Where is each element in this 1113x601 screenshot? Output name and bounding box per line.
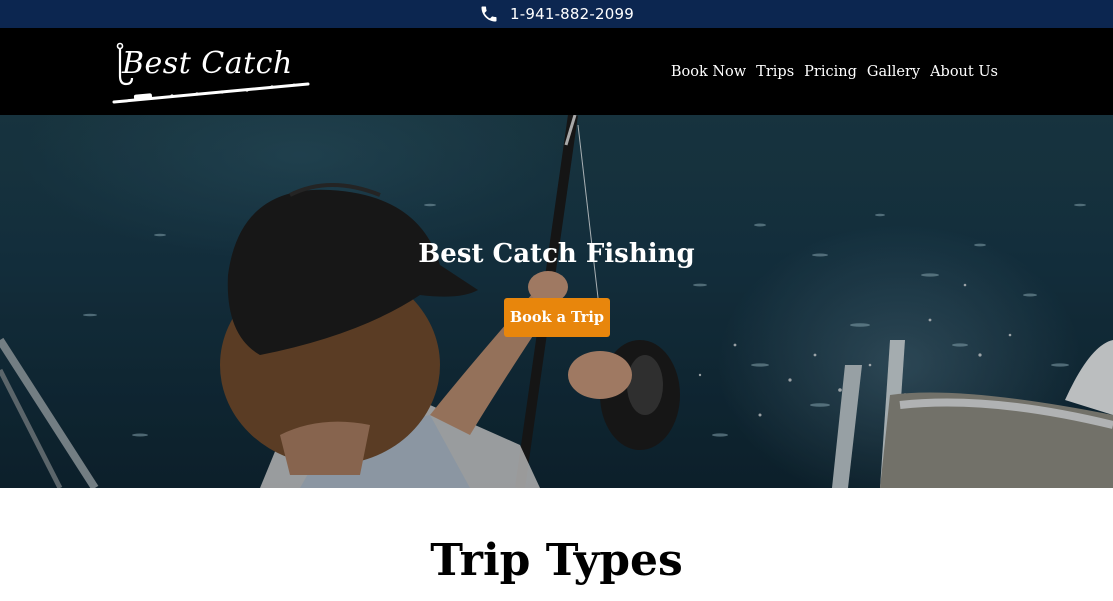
nav-book-now[interactable]: Book Now: [671, 64, 746, 80]
hero-banner: Best Catch Fishing Book a Trip: [0, 115, 1113, 488]
site-header: Best Catch Book Now Trips Pricing Galler…: [0, 28, 1113, 115]
trip-types-heading: Trip Types: [430, 535, 683, 586]
nav-pricing[interactable]: Pricing: [804, 64, 857, 80]
nav-about-us[interactable]: About Us: [930, 64, 998, 80]
logo-text: Best Catch: [122, 46, 293, 81]
book-a-trip-button[interactable]: Book a Trip: [504, 298, 610, 337]
hero-title: Best Catch Fishing: [418, 239, 695, 269]
nav-trips[interactable]: Trips: [756, 64, 794, 80]
phone-icon: [481, 6, 497, 22]
phone-number: 1-941-882-2099: [509, 5, 635, 23]
top-contact-bar: 1-941-882-2099: [0, 0, 1113, 28]
nav-gallery[interactable]: Gallery: [867, 64, 920, 80]
phone-link[interactable]: 1-941-882-2099: [479, 4, 634, 24]
logo[interactable]: Best Catch: [112, 40, 312, 106]
main-nav: Book Now Trips Pricing Gallery About Us: [671, 28, 998, 115]
